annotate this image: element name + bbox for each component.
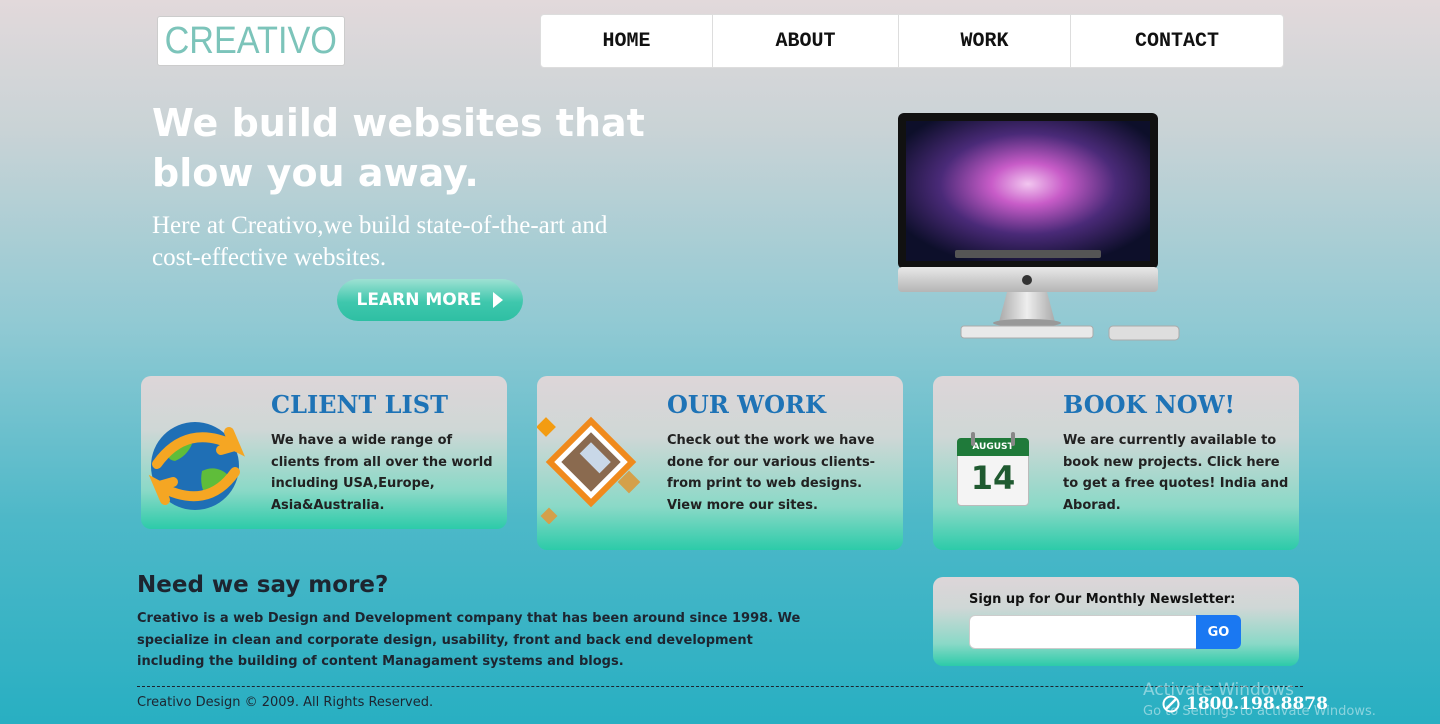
- logo-text: CREATIVO: [164, 19, 338, 62]
- hero-title: We build websites that blow you away.: [152, 101, 645, 195]
- site-logo[interactable]: CREATIVO: [157, 16, 345, 66]
- footer-copyright: Creativo Design © 2009. All Rights Reser…: [137, 695, 434, 710]
- card-text: We have a wide range of clients from all…: [271, 433, 493, 513]
- card-title: OUR WORK: [667, 390, 826, 419]
- main-nav: HOME ABOUT WORK CONTACT: [540, 14, 1284, 68]
- footer-divider: [137, 686, 1303, 687]
- globe-arrows-icon: [148, 422, 245, 510]
- learn-more-button[interactable]: LEARN MORE: [337, 279, 523, 321]
- phone-icon: [1162, 695, 1180, 713]
- footer-phone[interactable]: 1800.198.8878: [1162, 694, 1328, 714]
- newsletter-label: Sign up for Our Monthly Newsletter:: [969, 592, 1236, 607]
- newsletter-email-input[interactable]: [969, 615, 1197, 649]
- about-text: Creativo is a web Design and Development…: [137, 611, 801, 669]
- calendar-month: AUGUST: [957, 438, 1029, 456]
- card-our-work: OUR WORK Check out the work we have done…: [537, 376, 903, 550]
- nav-contact[interactable]: CONTACT: [1071, 15, 1283, 67]
- newsletter-go-button[interactable]: GO: [1196, 615, 1241, 649]
- learn-more-label: LEARN MORE: [356, 290, 482, 310]
- nav-about[interactable]: ABOUT: [713, 15, 899, 67]
- card-title: BOOK NOW!: [1063, 390, 1236, 419]
- card-text: We are currently available to book new p…: [1063, 433, 1289, 513]
- calendar-icon: AUGUST 14: [957, 432, 1029, 506]
- card-client-list: CLIENT LIST We have a wide range of clie…: [141, 376, 507, 529]
- card-book-now[interactable]: AUGUST 14 BOOK NOW! We are currently ava…: [933, 376, 1299, 550]
- imac-computer-illustration: [898, 113, 1180, 341]
- portfolio-photo-icon: [537, 416, 641, 524]
- hero-subtitle: Here at Creativo,we build state-of-the-a…: [152, 212, 608, 271]
- card-title: CLIENT LIST: [271, 390, 448, 419]
- newsletter-box: Sign up for Our Monthly Newsletter: GO: [933, 577, 1299, 666]
- nav-work[interactable]: WORK: [899, 15, 1071, 67]
- card-text: Check out the work we have done for our …: [667, 433, 876, 513]
- about-title: Need we say more?: [137, 572, 389, 598]
- play-arrow-icon: [493, 292, 504, 308]
- nav-home[interactable]: HOME: [541, 15, 713, 67]
- calendar-day: 14: [970, 459, 1016, 497]
- phone-number: 1800.198.8878: [1186, 694, 1328, 714]
